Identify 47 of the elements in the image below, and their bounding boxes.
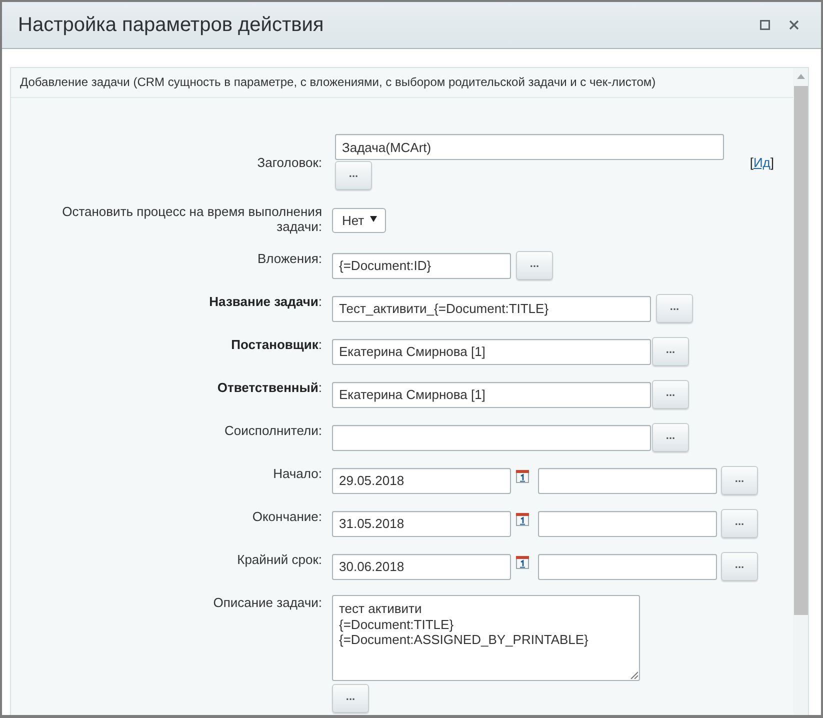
caret-icon: [370, 216, 377, 222]
ellipsis-button[interactable]: ...: [656, 294, 693, 323]
ellipsis-button[interactable]: ...: [652, 380, 689, 409]
date-input[interactable]: 30.06.2018: [332, 554, 511, 580]
panel-heading: Добавление задачи (CRM сущность в параметре, с вложениями, с выбором родительской задачи и с чек-листом): [11, 68, 793, 98]
text-input[interactable]: Екатерина Смирнова [1]: [332, 338, 651, 364]
window-title: Настройка параметров действия: [18, 14, 325, 36]
calendar-icon[interactable]: [516, 470, 529, 483]
field-label: Вложения:: [257, 251, 322, 266]
id-link[interactable]: Ид: [753, 154, 770, 170]
resize-grip-icon[interactable]: [630, 671, 638, 679]
ellipsis-button[interactable]: ...: [721, 509, 758, 538]
description-textarea[interactable]: тест активити {=Document:TITLE} {=Document:ASSIGNED_BY_PRINTABLE}: [332, 595, 640, 681]
field-label: Соисполнители:: [224, 423, 322, 438]
text-input[interactable]: [332, 424, 651, 450]
field-label: Окончание:: [252, 509, 322, 524]
text-input[interactable]: [538, 510, 717, 536]
field-label: Крайний срок:: [237, 552, 322, 567]
scrollbar-thumb[interactable]: [794, 86, 808, 615]
date-input[interactable]: 29.05.2018: [332, 468, 511, 494]
calendar-icon[interactable]: [516, 556, 529, 569]
bracketed-link-text: [Ид]: [750, 154, 774, 170]
text-input[interactable]: [538, 468, 717, 494]
field-label: Заголовок:: [257, 154, 322, 170]
field-label: Начало:: [273, 466, 322, 481]
field-label: Описание задачи:: [213, 595, 322, 610]
text-input[interactable]: Задача(MCArt): [335, 134, 724, 160]
calendar-icon[interactable]: [516, 513, 529, 526]
ellipsis-button[interactable]: ...: [332, 684, 369, 713]
text-input[interactable]: {=Document:ID}: [332, 252, 511, 278]
field-label: Постановщик:: [231, 337, 322, 352]
field-label: Название задачи:: [209, 294, 322, 309]
ellipsis-button[interactable]: ...: [652, 423, 689, 452]
maximize-icon[interactable]: [760, 20, 770, 30]
close-icon[interactable]: [789, 20, 799, 30]
text-input[interactable]: Екатерина Смирнова [1]: [332, 382, 651, 408]
ellipsis-button[interactable]: ...: [721, 466, 758, 495]
ellipsis-button[interactable]: ...: [516, 251, 553, 280]
ellipsis-button[interactable]: ...: [721, 552, 758, 581]
text-input[interactable]: Тест_активити_{=Document:TITLE}: [332, 296, 651, 322]
text-input[interactable]: [538, 554, 717, 580]
select-dropdown[interactable]: Нет: [332, 208, 386, 233]
ellipsis-button[interactable]: ...: [335, 161, 372, 190]
ellipsis-button[interactable]: ...: [652, 337, 689, 366]
field-label: Ответственный:: [217, 380, 322, 395]
date-input[interactable]: 31.05.2018: [332, 510, 511, 536]
field-label: Остановить процесс на время выполнения задачи:: [62, 204, 322, 234]
